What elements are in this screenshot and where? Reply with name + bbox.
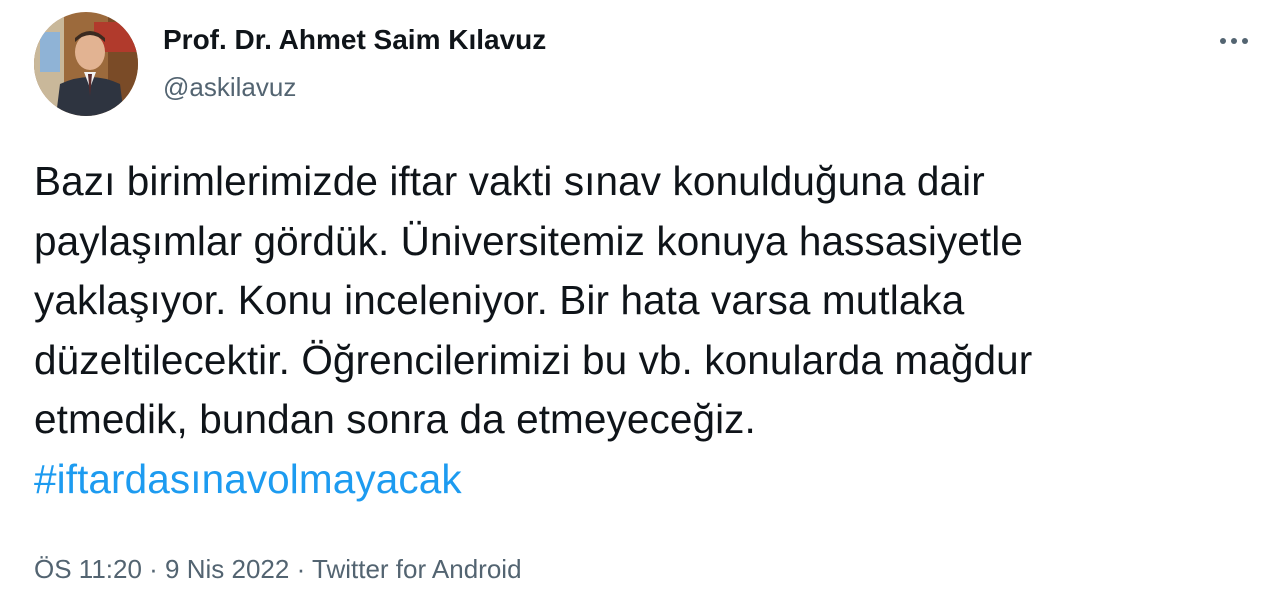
tweet-time[interactable]: ÖS 11:20 (34, 554, 142, 584)
tweet-date[interactable]: 9 Nis 2022 (165, 554, 289, 584)
tweet-text-line: paylaşımlar gördük. Üniversitemiz konuya… (34, 217, 1023, 264)
tweet-metadata: ÖS 11:20 · 9 Nis 2022 · Twitter for Andr… (34, 554, 522, 585)
author-display-name[interactable]: Prof. Dr. Ahmet Saim Kılavuz (163, 24, 546, 56)
more-horizontal-icon (1220, 38, 1226, 44)
more-horizontal-icon-dot (1231, 38, 1237, 44)
more-horizontal-icon-dot (1242, 38, 1248, 44)
meta-separator: · (289, 554, 312, 584)
more-options-button[interactable] (1212, 26, 1256, 56)
tweet-text-line: düzeltilecektir. Öğrencilerimizi bu vb. … (34, 336, 1033, 383)
tweet-source[interactable]: Twitter for Android (312, 554, 522, 584)
author-avatar[interactable] (34, 12, 138, 116)
meta-separator: · (141, 554, 166, 584)
tweet-text-line: yaklaşıyor. Konu inceleniyor. Bir hata v… (34, 277, 965, 323)
author-handle[interactable]: @askilavuz (163, 72, 296, 103)
tweet-text-line: Bazı birimlerimizde iftar vakti sınav ko… (34, 158, 985, 204)
tweet-text: Bazı birimlerimizde iftar vakti sınav ko… (34, 152, 1254, 509)
hashtag-link[interactable]: #iftardasınavolmayacak (34, 450, 1254, 510)
tweet-text-line: etmedik, bundan sonra da etmeyeceğiz. (34, 396, 756, 442)
tweet-card: Prof. Dr. Ahmet Saim Kılavuz @askilavuz … (0, 0, 1280, 609)
profile-photo-icon (34, 12, 138, 116)
